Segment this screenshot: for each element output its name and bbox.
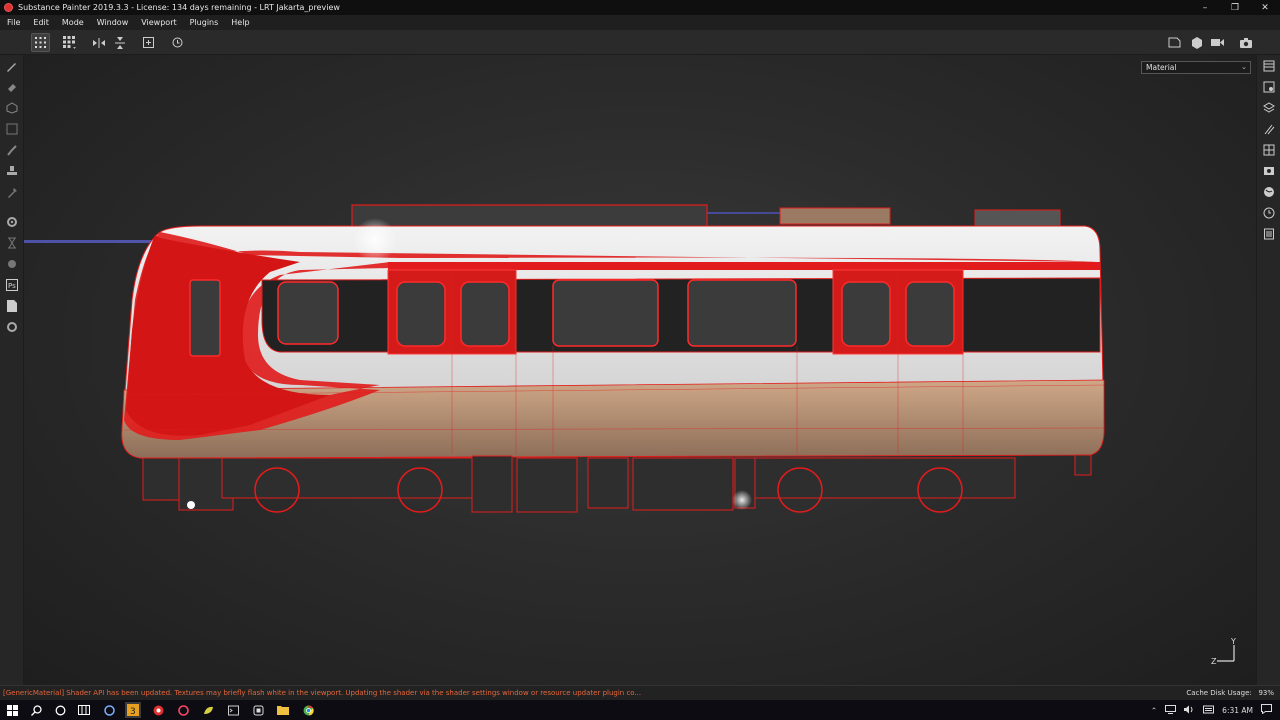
projection-icon[interactable] bbox=[5, 101, 19, 115]
cache-disk-usage: Cache Disk Usage: 93% bbox=[1186, 689, 1274, 697]
menu-edit[interactable]: Edit bbox=[33, 18, 49, 27]
windows-taskbar: 3 ⌃ 6:31 AM bbox=[0, 700, 1280, 720]
settings-cog-icon[interactable] bbox=[5, 215, 19, 229]
display-settings-panel-icon[interactable] bbox=[1262, 164, 1276, 178]
terminal-icon[interactable] bbox=[225, 702, 241, 718]
menu-viewport[interactable]: Viewport bbox=[141, 18, 176, 27]
window-title: Substance Painter 2019.3.3 - License: 13… bbox=[18, 3, 340, 12]
menu-window[interactable]: Window bbox=[97, 18, 129, 27]
panels-sidebar bbox=[1256, 55, 1280, 685]
symmetry-x-icon[interactable] bbox=[89, 33, 108, 52]
status-bar: [GenericMaterial] Shader API has been up… bbox=[0, 685, 1280, 700]
grid-options-icon[interactable] bbox=[60, 33, 79, 52]
clock-time[interactable]: 6:31 AM bbox=[1222, 706, 1253, 715]
substance-painter-taskbar-icon[interactable] bbox=[150, 702, 166, 718]
system-tray: ⌃ 6:31 AM bbox=[1151, 700, 1280, 720]
menu-plugins[interactable]: Plugins bbox=[190, 18, 219, 27]
substance-painter-icon bbox=[4, 3, 13, 12]
volume-icon[interactable] bbox=[1184, 705, 1195, 716]
chevron-up-icon[interactable]: ⌃ bbox=[1151, 706, 1157, 715]
menu-bar: File Edit Mode Window Viewport Plugins H… bbox=[0, 15, 1280, 30]
status-message: [GenericMaterial] Shader API has been up… bbox=[3, 689, 642, 697]
notification-icon[interactable] bbox=[1261, 704, 1272, 716]
browser-icon[interactable] bbox=[101, 702, 117, 718]
axis-y-label: Y bbox=[1230, 637, 1236, 646]
opera-icon[interactable] bbox=[175, 702, 191, 718]
clone-stamp-icon[interactable] bbox=[5, 164, 19, 178]
tools-sidebar: Ps bbox=[0, 55, 24, 685]
toolbar bbox=[0, 30, 1280, 55]
language-keyboard-icon[interactable] bbox=[1203, 705, 1215, 716]
color-picker-icon[interactable] bbox=[5, 185, 19, 199]
screenshot-camera-icon[interactable] bbox=[1236, 33, 1255, 52]
plugin-cog-icon[interactable] bbox=[5, 320, 19, 334]
photoshop-export-icon[interactable]: Ps bbox=[5, 278, 19, 292]
paint-brush-icon[interactable] bbox=[5, 59, 19, 73]
menu-mode[interactable]: Mode bbox=[62, 18, 84, 27]
window-controls: – ❐ ✕ bbox=[1190, 0, 1280, 15]
blender-app-icon[interactable]: 3 bbox=[125, 702, 141, 718]
texture-set-settings-icon[interactable] bbox=[1262, 80, 1276, 94]
restore-button[interactable]: ❐ bbox=[1220, 0, 1250, 15]
task-view-icon[interactable] bbox=[76, 702, 92, 718]
grid-snap-icon[interactable] bbox=[31, 33, 50, 52]
shader-settings-icon[interactable] bbox=[1187, 33, 1206, 52]
train-model bbox=[24, 204, 1105, 513]
display-icon[interactable] bbox=[5, 257, 19, 271]
geometry-mask-icon[interactable] bbox=[5, 122, 19, 136]
cache-label: Cache Disk Usage: bbox=[1186, 689, 1252, 697]
eraser-icon[interactable] bbox=[5, 80, 19, 94]
menu-file[interactable]: File bbox=[7, 18, 20, 27]
close-button[interactable]: ✕ bbox=[1250, 0, 1280, 15]
properties-brush-icon[interactable] bbox=[1262, 122, 1276, 136]
svg-text:3: 3 bbox=[130, 707, 136, 716]
cache-value: 93% bbox=[1258, 689, 1274, 697]
3d-viewport[interactable]: Material ⌄ Y Z bbox=[24, 55, 1256, 685]
add-frame-icon[interactable] bbox=[139, 33, 158, 52]
history-panel-icon[interactable] bbox=[1262, 206, 1276, 220]
symmetry-y-icon[interactable] bbox=[110, 33, 129, 52]
display-settings-icon[interactable] bbox=[1165, 33, 1184, 52]
app-icon-leaf[interactable] bbox=[200, 702, 216, 718]
svg-text:Ps: Ps bbox=[8, 282, 16, 290]
document-icon[interactable] bbox=[5, 299, 19, 313]
history-icon[interactable] bbox=[168, 33, 187, 52]
texture-set-list-icon[interactable] bbox=[1262, 59, 1276, 73]
smudge-icon[interactable] bbox=[5, 143, 19, 157]
layers-icon[interactable] bbox=[1262, 101, 1276, 115]
file-explorer-icon[interactable] bbox=[275, 702, 291, 718]
chrome-icon[interactable] bbox=[300, 702, 316, 718]
network-icon[interactable] bbox=[1165, 704, 1177, 716]
search-icon[interactable] bbox=[28, 702, 44, 718]
axis-z-label: Z bbox=[1211, 657, 1217, 666]
app-icon-box[interactable] bbox=[250, 702, 266, 718]
title-bar: Substance Painter 2019.3.3 - License: 13… bbox=[0, 0, 1280, 15]
menu-help[interactable]: Help bbox=[231, 18, 249, 27]
cortana-icon[interactable] bbox=[52, 702, 68, 718]
windows-start-icon[interactable] bbox=[4, 702, 20, 718]
minimize-button[interactable]: – bbox=[1190, 0, 1220, 15]
shelf-grid-icon[interactable] bbox=[1262, 143, 1276, 157]
log-panel-icon[interactable] bbox=[1262, 227, 1276, 241]
environment-sphere-icon[interactable] bbox=[1262, 185, 1276, 199]
axis-gizmo: Y Z bbox=[1211, 637, 1236, 666]
bake-icon[interactable] bbox=[5, 236, 19, 250]
camera-settings-icon[interactable] bbox=[1208, 33, 1227, 52]
